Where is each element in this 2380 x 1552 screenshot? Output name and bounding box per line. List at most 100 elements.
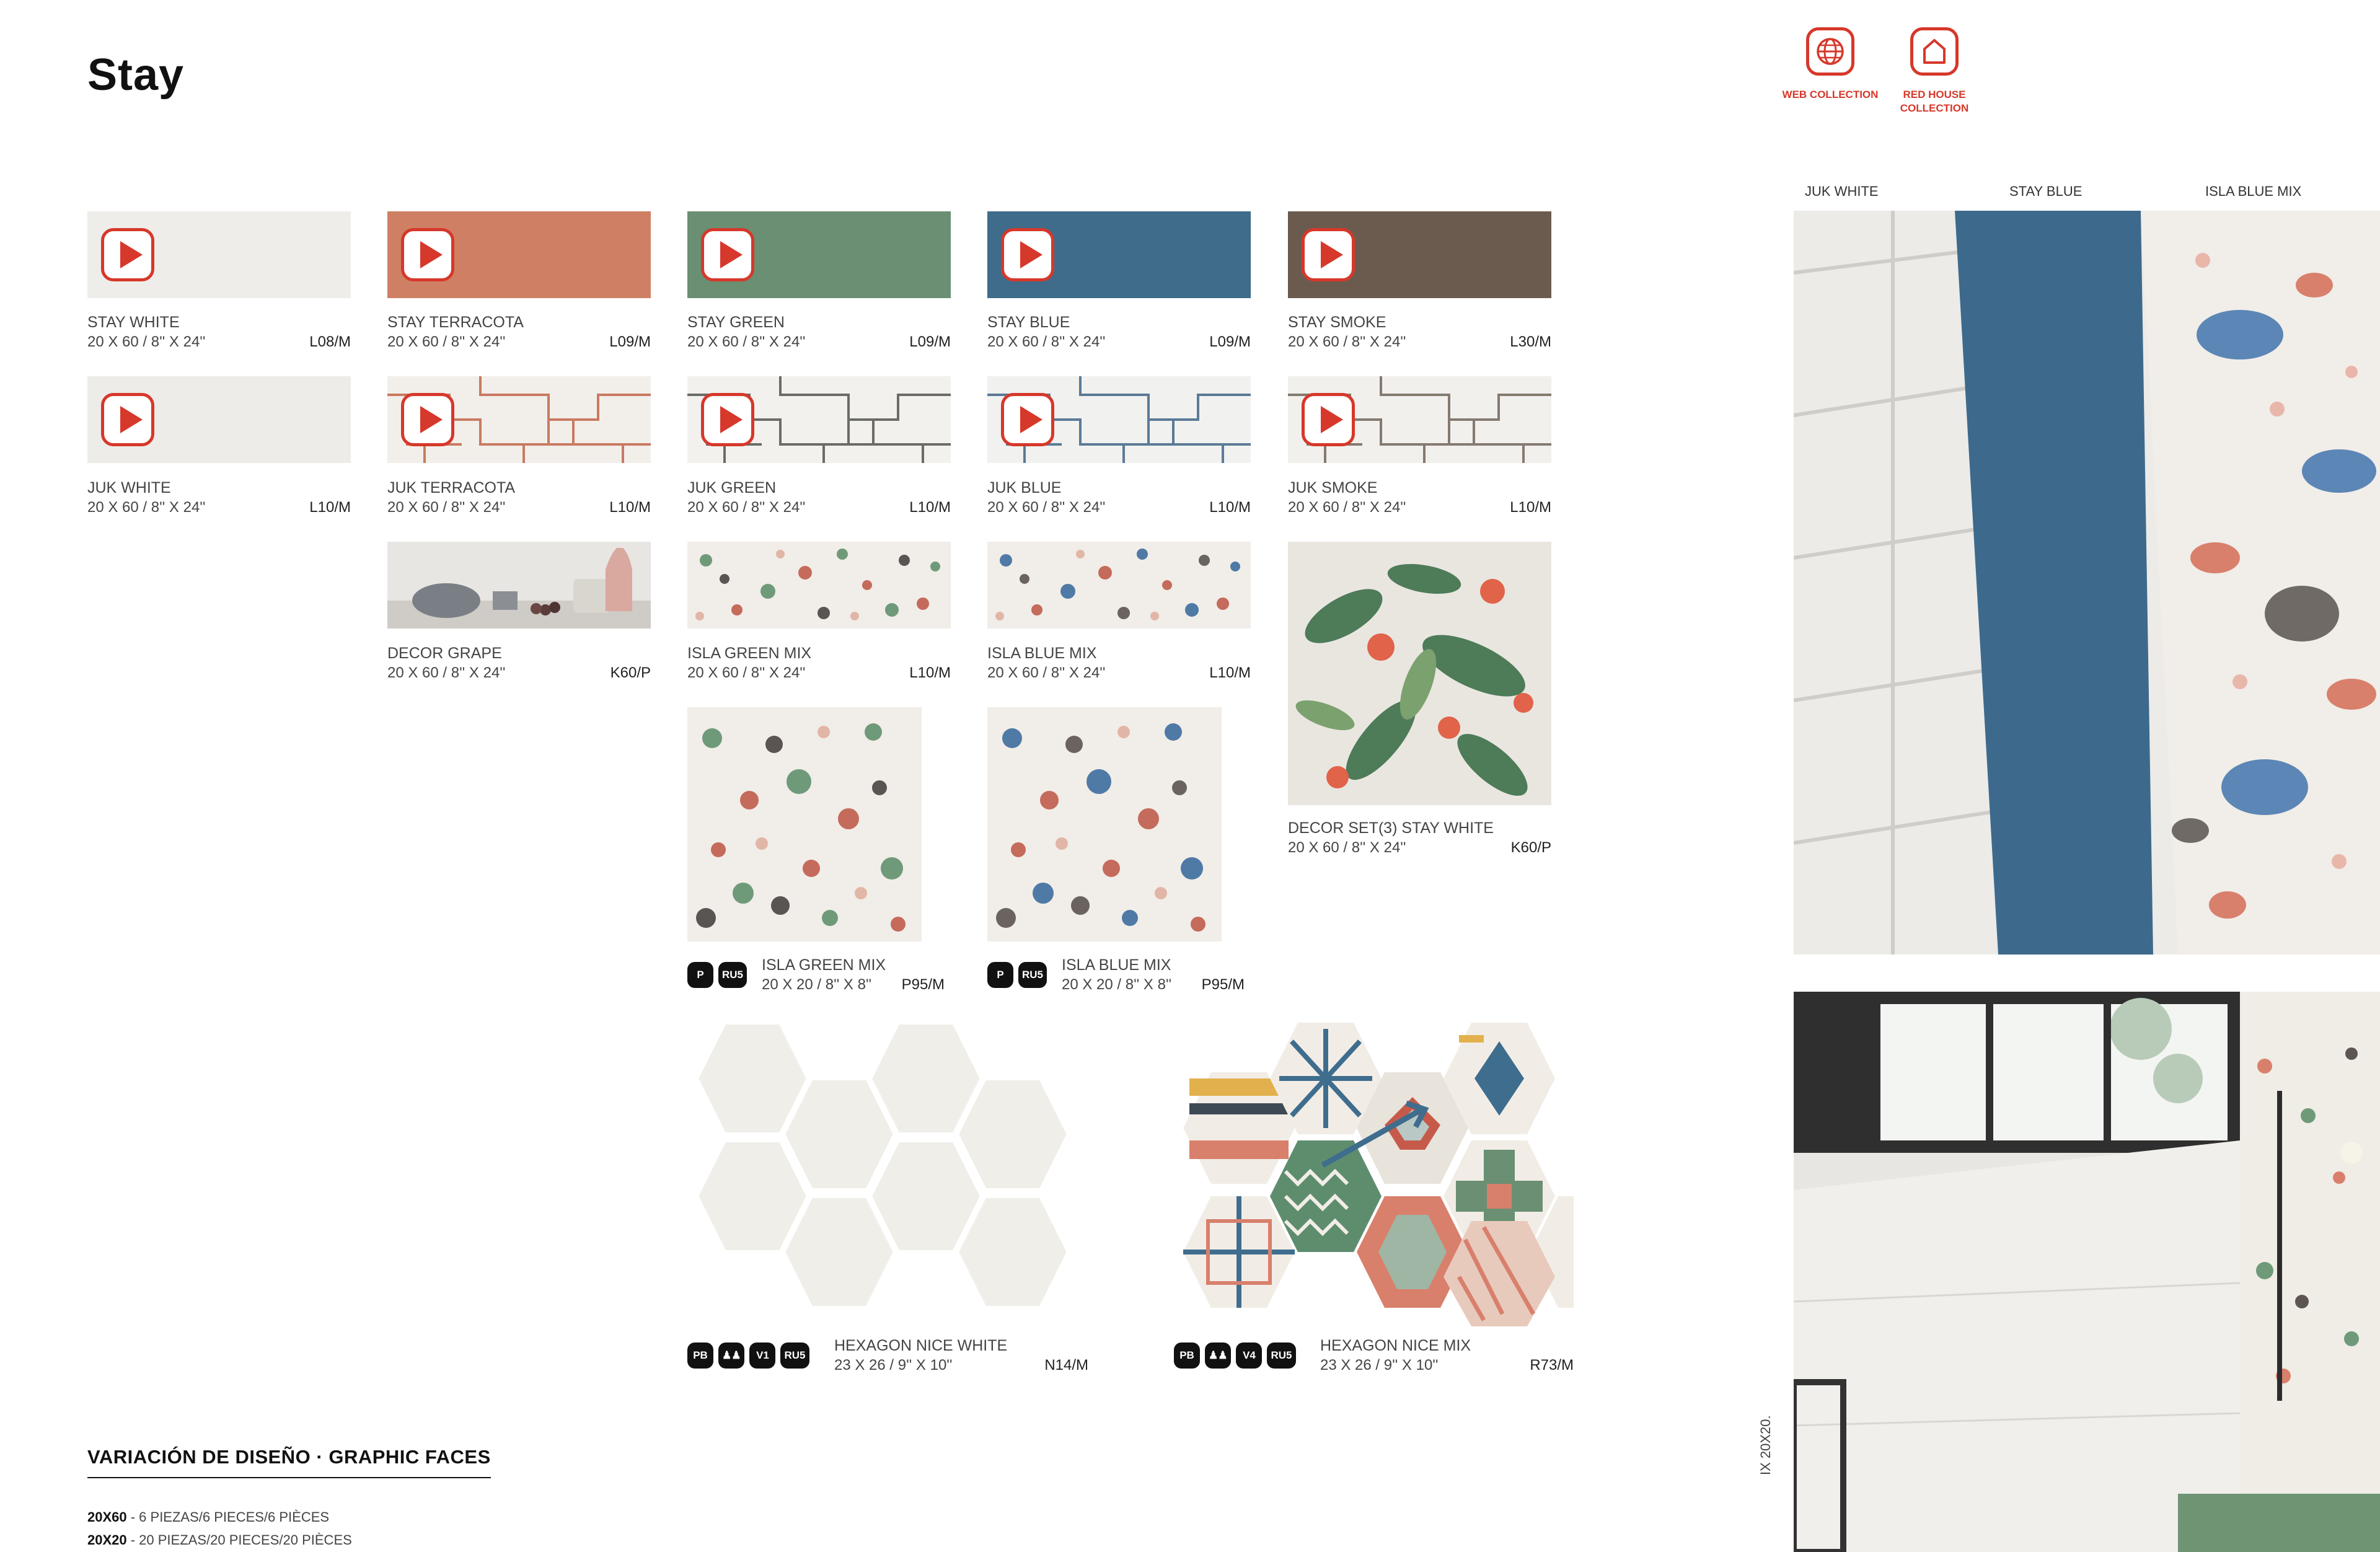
badge-p: P xyxy=(987,962,1013,988)
product-image-juk-terracota[interactable] xyxy=(387,376,651,463)
product-size: 20 X 60 / 8'' X 24'' xyxy=(387,499,506,516)
product-code: P95/M xyxy=(1201,976,1245,993)
ambient-photo-tiles xyxy=(1794,211,2380,955)
product-image-decor-set-stay-white[interactable] xyxy=(1288,542,1551,805)
product-code: L10/M xyxy=(1510,499,1551,516)
house-icon xyxy=(1910,27,1959,76)
badge-ru5: RU5 xyxy=(718,962,747,988)
product-image-stay-white[interactable] xyxy=(87,211,351,298)
pieces-text: - 6 PIEZAS/6 PIECES/6 PIÈCES xyxy=(126,1509,330,1525)
badge-ru5: RU5 xyxy=(1018,962,1047,988)
product-image-juk-white[interactable] xyxy=(87,376,351,463)
product-size: 20 X 60 / 8'' X 24'' xyxy=(687,333,806,350)
globe-icon xyxy=(1806,27,1854,76)
photo-label: STAY BLUE xyxy=(2009,183,2082,199)
product-image-stay-blue[interactable] xyxy=(987,211,1251,298)
product-size: 20 X 60 / 8'' X 24'' xyxy=(1288,839,1406,856)
product-image-stay-green[interactable] xyxy=(687,211,951,298)
play-icon[interactable] xyxy=(401,393,454,446)
play-icon[interactable] xyxy=(101,228,154,281)
product-name: HEXAGON NICE WHITE xyxy=(834,1337,1008,1354)
product-image-stay-smoke[interactable] xyxy=(1288,211,1551,298)
product-name: JUK TERRACOTA xyxy=(387,479,516,496)
product-name: JUK GREEN xyxy=(687,479,777,496)
product-name: STAY SMOKE xyxy=(1288,314,1386,331)
footprint-icon: ♟♟ xyxy=(1205,1343,1232,1369)
product-image-juk-green[interactable] xyxy=(687,376,951,463)
product-code: L10/M xyxy=(309,499,351,516)
product-size: 20 X 60 / 8'' X 24'' xyxy=(687,664,806,681)
product-image-isla-blue-mix-20x60[interactable] xyxy=(987,542,1251,628)
product-code: P95/M xyxy=(901,976,945,993)
product-name: JUK WHITE xyxy=(87,479,171,496)
product-name: JUK SMOKE xyxy=(1288,479,1378,496)
terrazzo-pattern xyxy=(996,723,1205,932)
badge-group: P RU5 xyxy=(687,962,752,988)
product-image-isla-blue-mix-20x20[interactable] xyxy=(987,707,1222,941)
badge-v4: V4 xyxy=(1236,1343,1263,1369)
product-code: K60/P xyxy=(610,664,651,681)
badge-p: P xyxy=(687,962,713,988)
product-size: 20 X 60 / 8'' X 24'' xyxy=(87,499,206,516)
photo-label: ISLA BLUE MIX xyxy=(2205,183,2302,199)
product-name: STAY GREEN xyxy=(687,314,785,331)
pieces-20x60: 20X60 - 6 PIEZAS/6 PIECES/6 PIÈCES xyxy=(87,1509,329,1525)
badge-v1: V1 xyxy=(749,1343,776,1369)
product-name: ISLA GREEN MIX xyxy=(687,645,812,662)
product-image-decor-grape[interactable] xyxy=(387,542,651,628)
product-image-hexagon-nice-white[interactable] xyxy=(687,1016,1087,1326)
play-icon[interactable] xyxy=(1001,393,1054,446)
red-house-collection-link[interactable] xyxy=(1910,27,1959,76)
product-name: STAY TERRACOTA xyxy=(387,314,524,331)
product-size: 20 X 60 / 8'' X 24'' xyxy=(987,333,1106,350)
pieces-20x20: 20X20 - 20 PIEZAS/20 PIECES/20 PIÈCES xyxy=(87,1532,352,1548)
play-icon[interactable] xyxy=(1001,228,1054,281)
product-code: L08/M xyxy=(309,333,351,350)
badge-ru5: RU5 xyxy=(1267,1343,1296,1369)
product-image-hexagon-nice-mix[interactable] xyxy=(1174,1016,1574,1326)
red-house-collection-label: RED HOUSE COLLECTION xyxy=(1900,89,1969,114)
footprint-icon: ♟♟ xyxy=(718,1343,745,1369)
product-code: K60/P xyxy=(1510,839,1551,856)
terrazzo-pattern xyxy=(695,549,940,620)
play-icon[interactable] xyxy=(101,393,154,446)
product-name: STAY WHITE xyxy=(87,314,180,331)
product-code: L10/M xyxy=(609,499,651,516)
product-code: N14/M xyxy=(1044,1357,1088,1373)
web-collection-label: WEB COLLECTION xyxy=(1782,89,1879,100)
play-icon[interactable] xyxy=(401,228,454,281)
product-size: 20 X 60 / 8'' X 24'' xyxy=(687,499,806,516)
product-size: 20 X 20 / 8'' X 8'' xyxy=(762,976,872,993)
graphic-faces-heading: VARIACIÓN DE DISEÑO · GRAPHIC FACES xyxy=(87,1446,491,1478)
product-size: 20 X 60 / 8'' X 24'' xyxy=(987,664,1106,681)
terrazzo-pattern xyxy=(995,549,1240,620)
product-code: L10/M xyxy=(909,664,951,681)
product-size: 23 X 26 / 9'' X 10'' xyxy=(834,1357,953,1373)
pieces-text: - 20 PIEZAS/20 PIECES/20 PIÈCES xyxy=(126,1532,352,1548)
badge-group: PB ♟♟ V4 RU5 xyxy=(1174,1343,1301,1369)
ambient-photo-bathroom xyxy=(1794,992,2380,1552)
play-icon[interactable] xyxy=(1302,393,1355,446)
product-name: DECOR GRAPE xyxy=(387,645,502,662)
product-name: ISLA BLUE MIX xyxy=(987,645,1097,662)
product-size: 20 X 60 / 8'' X 24'' xyxy=(1288,333,1406,350)
play-icon[interactable] xyxy=(1302,228,1355,281)
product-name: HEXAGON NICE MIX xyxy=(1320,1337,1471,1354)
play-icon[interactable] xyxy=(701,393,754,446)
product-size: 20 X 60 / 8'' X 24'' xyxy=(1288,499,1406,516)
badge-group: P RU5 xyxy=(987,962,1052,988)
product-code: R73/M xyxy=(1530,1357,1574,1373)
product-image-isla-green-mix-20x20[interactable] xyxy=(687,707,922,941)
product-size: 20 X 20 / 8'' X 8'' xyxy=(1062,976,1172,993)
web-collection-link[interactable] xyxy=(1806,27,1854,76)
product-name: ISLA BLUE MIX xyxy=(1062,956,1171,974)
photo-label: JUK WHITE xyxy=(1805,183,1879,199)
product-code: L30/M xyxy=(1510,333,1551,350)
product-image-juk-blue[interactable] xyxy=(987,376,1251,463)
product-image-isla-green-mix-20x60[interactable] xyxy=(687,542,951,628)
tropical-leaves-pattern xyxy=(1295,563,1533,796)
play-icon[interactable] xyxy=(701,228,754,281)
product-code: L09/M xyxy=(1209,333,1251,350)
product-image-stay-terracota[interactable] xyxy=(387,211,651,298)
product-image-juk-smoke[interactable] xyxy=(1288,376,1551,463)
